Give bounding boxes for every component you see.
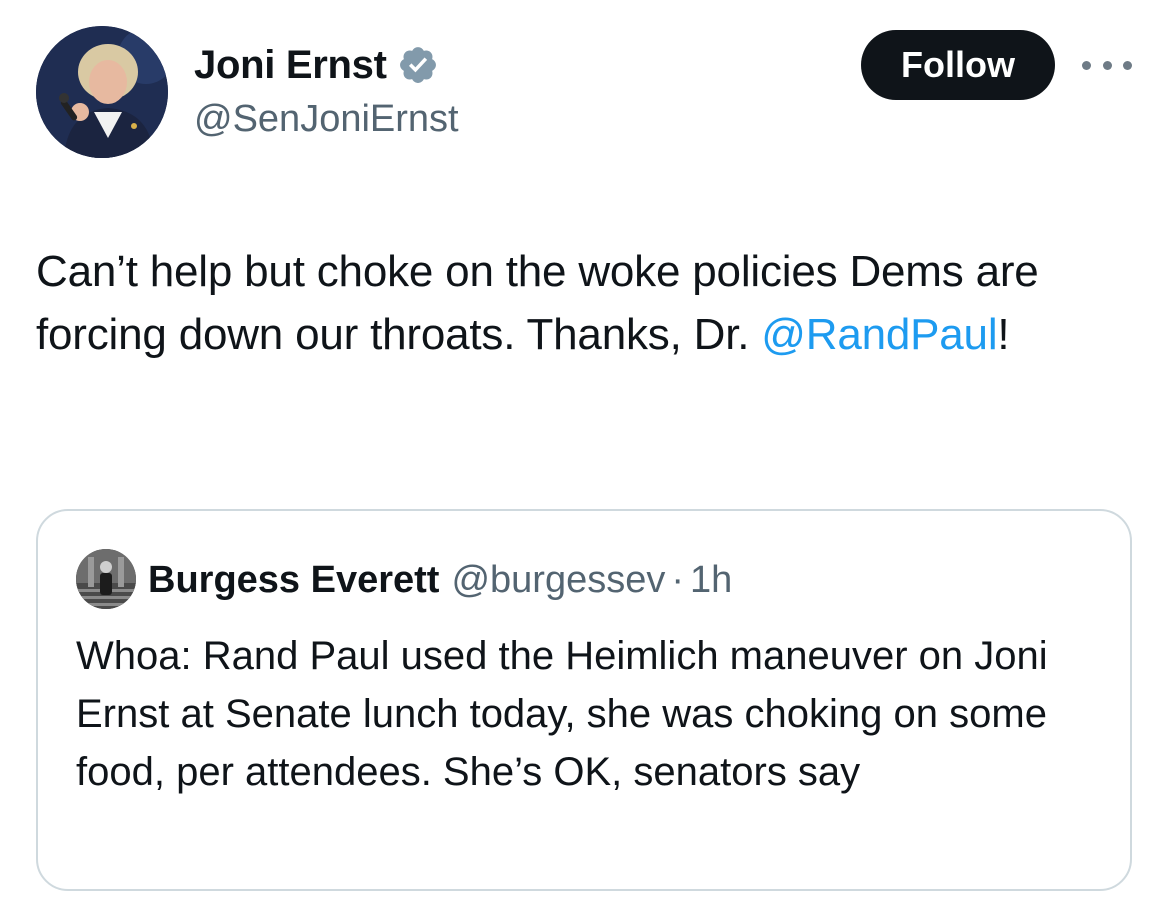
- tweet-container: Joni Ernst @SenJoniErnst Follow Can’t he…: [0, 0, 1160, 909]
- verified-badge-icon[interactable]: [397, 44, 439, 86]
- quoted-tweet-text: Whoa: Rand Paul used the Heimlich maneuv…: [76, 634, 1048, 794]
- more-dot: [1123, 60, 1132, 70]
- more-options-icon[interactable]: [1082, 48, 1132, 82]
- tweet-text-end: !: [997, 310, 1010, 359]
- more-dot: [1102, 60, 1112, 70]
- tweet-text: Can’t help but choke on the woke policie…: [36, 240, 1146, 366]
- header-separator: ·: [671, 559, 685, 601]
- quoted-author-avatar[interactable]: [76, 549, 136, 609]
- quoted-tweet-card[interactable]: Burgess Everett @burgessev · 1h Whoa: Ra…: [36, 509, 1132, 891]
- quoted-tweet-time[interactable]: 1h: [690, 555, 732, 605]
- quoted-tweet-header: Burgess Everett @burgessev · 1h: [148, 555, 732, 605]
- author-name-row: Joni Ernst: [194, 40, 439, 90]
- author-avatar-image: [36, 26, 168, 158]
- author-display-name[interactable]: Joni Ernst: [194, 40, 387, 90]
- author-handle[interactable]: @SenJoniErnst: [194, 94, 459, 144]
- more-dot: [1082, 60, 1091, 70]
- quoted-author-handle[interactable]: @burgessev: [451, 555, 665, 605]
- quoted-author-avatar-image: [76, 549, 136, 609]
- mention-link[interactable]: @RandPaul: [761, 310, 997, 359]
- quoted-author-name[interactable]: Burgess Everett: [148, 555, 439, 605]
- follow-button[interactable]: Follow: [861, 30, 1055, 100]
- author-avatar[interactable]: [36, 26, 168, 158]
